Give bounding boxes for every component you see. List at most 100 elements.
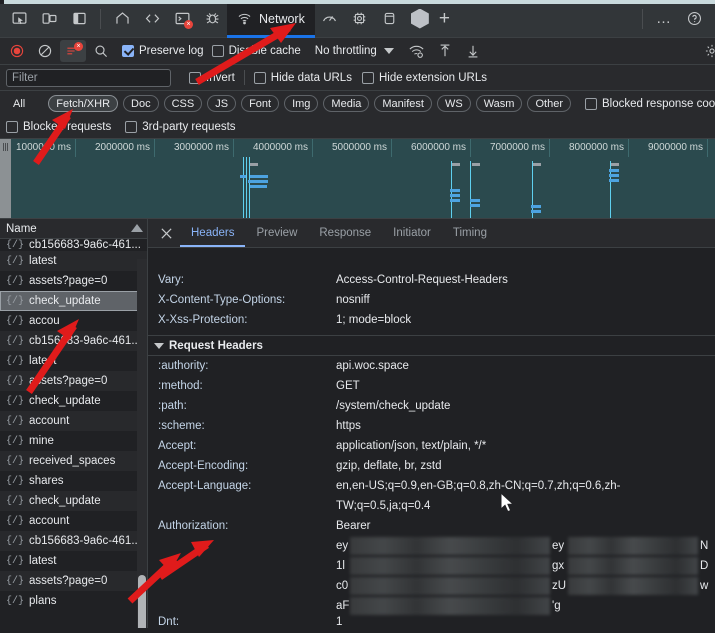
table-row[interactable]: {/} latest <box>0 351 147 371</box>
tab-preview[interactable]: Preview <box>245 219 308 247</box>
request-name: plans <box>29 595 57 607</box>
clear-icon[interactable] <box>32 40 58 62</box>
tab-timing[interactable]: Timing <box>442 219 498 247</box>
table-row[interactable]: {/} account <box>0 411 147 431</box>
preserve-log-checkbox[interactable]: Preserve log <box>122 45 204 57</box>
toolbar-separator <box>100 8 101 29</box>
type-filter-doc[interactable]: Doc <box>123 95 159 112</box>
overview-tick-8: 9000000 ms <box>647 142 703 153</box>
help-icon[interactable] <box>679 4 709 34</box>
disable-cache-box <box>211 45 224 57</box>
console-icon[interactable]: × <box>167 4 197 34</box>
more-tabs-plus-button[interactable]: + <box>435 9 454 28</box>
tab-response[interactable]: Response <box>308 219 382 247</box>
type-filter-media[interactable]: Media <box>323 95 370 112</box>
octagon-icon[interactable] <box>405 4 435 34</box>
invert-checkbox[interactable]: Invert <box>189 71 235 84</box>
overview-tick-6: 7000000 ms <box>489 142 545 153</box>
type-filter-all[interactable]: All <box>6 95 32 112</box>
request-list-header[interactable]: Name <box>0 219 147 239</box>
detail-tabbar: Headers Preview Response Initiator Timin… <box>148 219 715 248</box>
type-filter-ws[interactable]: WS <box>436 95 471 112</box>
overview-left-handle[interactable] <box>0 139 11 218</box>
type-filter-manifest[interactable]: Manifest <box>374 95 432 112</box>
network-toolbar: × Preserve log Disable cache No throttli… <box>0 38 715 65</box>
token-tail: D <box>700 560 709 572</box>
disable-cache-checkbox[interactable]: Disable cache <box>211 45 301 57</box>
hide-data-urls-checkbox[interactable]: Hide data URLs <box>253 71 352 84</box>
home-icon[interactable] <box>107 4 137 34</box>
xhr-icon: {/} <box>6 595 25 607</box>
application-storage-icon[interactable] <box>375 4 405 34</box>
table-row[interactable]: {/} latest <box>0 251 147 271</box>
third-party-requests-checkbox[interactable]: 3rd-party requests <box>125 121 236 133</box>
request-list-scrollbar[interactable] <box>137 259 147 628</box>
xhr-icon: {/} <box>6 255 25 267</box>
request-name: assets?page=0 <box>29 375 108 387</box>
elements-code-icon[interactable] <box>137 4 167 34</box>
table-row-selected[interactable]: {/} check_update <box>0 291 147 311</box>
scroll-up-arrow-icon[interactable] <box>131 224 143 232</box>
tab-headers[interactable]: Headers <box>180 219 246 247</box>
request-scope-filters: Blocked requests 3rd-party requests <box>0 116 715 139</box>
request-list[interactable]: {/} cb156683-9a6c-461... {/} latest {/} … <box>0 239 147 628</box>
table-row[interactable]: {/} check_update <box>0 391 147 411</box>
table-row[interactable]: {/} cb156683-9a6c-461... <box>0 531 147 551</box>
more-options-icon[interactable]: … <box>649 4 679 34</box>
type-filter-font[interactable]: Font <box>241 95 280 112</box>
table-row[interactable]: {/} latest <box>0 551 147 571</box>
table-row[interactable]: {/} assets?page=0 <box>0 571 147 591</box>
search-icon[interactable] <box>88 40 114 62</box>
inspect-element-icon[interactable] <box>4 4 34 34</box>
blocked-response-cookies-checkbox[interactable]: Blocked response cookies <box>584 97 715 110</box>
wifi-gear-icon[interactable] <box>404 40 430 62</box>
export-har-icon[interactable] <box>460 40 486 62</box>
table-row[interactable]: {/} plans <box>0 591 147 611</box>
table-row[interactable]: {/} cb156683-9a6c-461... <box>0 239 147 251</box>
scrollbar-thumb[interactable] <box>138 575 146 628</box>
request-name: account <box>29 515 70 527</box>
type-filter-img[interactable]: Img <box>284 95 319 112</box>
token-prefix: ey <box>336 540 349 552</box>
token-mid: 'g <box>552 600 561 612</box>
table-row[interactable]: {/} mine <box>0 431 147 451</box>
settings-gear-icon[interactable] <box>699 40 715 62</box>
type-filter-css[interactable]: CSS <box>163 95 203 112</box>
table-row[interactable]: {/} received_spaces <box>0 451 147 471</box>
import-har-icon[interactable] <box>432 40 458 62</box>
record-button[interactable] <box>4 40 30 62</box>
type-filter-other[interactable]: Other <box>527 95 571 112</box>
dock-side-icon[interactable] <box>64 4 94 34</box>
network-overview-timeline[interactable]: 1000000 ms 2000000 ms 3000000 ms 4000000… <box>0 139 715 219</box>
column-header-name: Name <box>6 222 37 235</box>
header-key: :scheme: <box>158 420 205 432</box>
table-row[interactable]: {/} account <box>0 511 147 531</box>
table-row[interactable]: {/} cb156683-9a6c-461... <box>0 331 147 351</box>
headers-body[interactable]: Vary: Access-Control-Request-Headers X-C… <box>148 248 715 628</box>
hide-extension-urls-checkbox[interactable]: Hide extension URLs <box>361 71 487 84</box>
table-row[interactable]: {/} shares <box>0 471 147 491</box>
filter-input[interactable]: Filter <box>6 68 171 87</box>
blocked-requests-checkbox[interactable]: Blocked requests <box>6 121 111 133</box>
hide-data-urls-box <box>253 71 266 84</box>
tab-network[interactable]: Network <box>227 0 315 38</box>
performance-icon[interactable] <box>315 4 345 34</box>
table-row[interactable]: {/} accou <box>0 311 147 331</box>
memory-chip-icon[interactable] <box>345 4 375 34</box>
type-filter-fetch-xhr[interactable]: Fetch/XHR <box>48 95 119 112</box>
filter-icon[interactable]: × <box>60 40 86 62</box>
close-icon[interactable] <box>152 219 180 247</box>
tab-initiator[interactable]: Initiator <box>382 219 442 247</box>
type-filter-js[interactable]: JS <box>207 95 237 112</box>
xhr-icon: {/} <box>6 375 25 387</box>
throttling-dropdown[interactable]: No throttling <box>315 45 394 57</box>
table-row[interactable]: {/} check_update <box>0 491 147 511</box>
header-key: :path: <box>158 400 187 412</box>
table-row[interactable]: {/} assets?page=0 <box>0 371 147 391</box>
type-filter-wasm[interactable]: Wasm <box>475 95 523 112</box>
sources-bug-icon[interactable] <box>197 4 227 34</box>
table-row[interactable]: {/} assets?page=0 <box>0 271 147 291</box>
device-toolbar-icon[interactable] <box>34 4 64 34</box>
header-row-authorization: Authorization: Bearer <box>148 516 715 536</box>
request-headers-section[interactable]: Request Headers <box>148 335 715 356</box>
